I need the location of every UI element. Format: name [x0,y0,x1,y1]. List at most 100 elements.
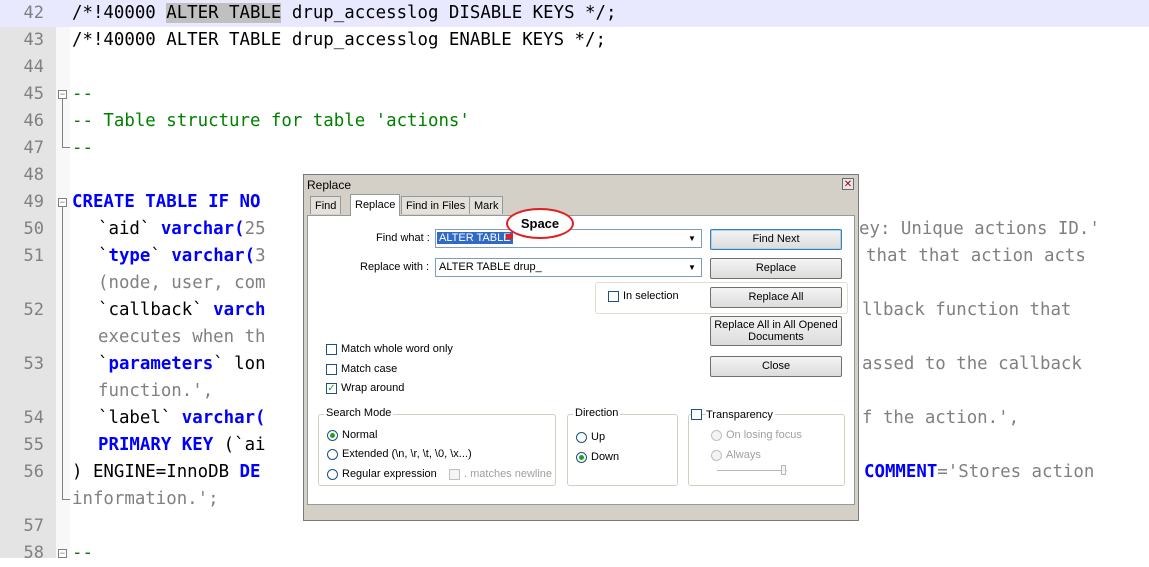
match-whole-word-checkbox[interactable] [326,344,337,355]
space-marker [506,234,513,239]
search-mode-regex-radio[interactable] [327,469,338,480]
replace-dialog: Replace ✕ Find Replace Find in Files Mar… [303,174,859,521]
transparency-always-radio[interactable] [711,450,722,461]
line-text: `type` varchar(3 [98,246,266,266]
search-mode-title: Search Mode [324,407,394,419]
line-text-right: assed to the callback [862,354,1082,374]
direction-down-label: Down [591,451,620,463]
replace-panel: Find what : ALTER TABLE ▼ Replace with :… [307,215,855,505]
search-mode-extended-label: Extended (\n, \r, \t, \0, \x...) [342,448,472,460]
fold-toggle-icon[interactable]: − [58,198,67,208]
line-text: function.', [98,381,214,401]
line-number: 55 [23,435,44,455]
direction-up-radio[interactable] [576,432,587,443]
transparency-losing-focus-label: On losing focus [726,429,802,441]
editor-line[interactable]: 43 /*!40000 ALTER TABLE drup_accesslog E… [0,27,1149,54]
line-number: 52 [23,300,44,320]
tab-replace[interactable]: Replace [350,194,401,216]
line-text-right: COMMENT='Stores action [864,462,1095,482]
line-text: -- [72,138,93,158]
match-case-checkbox[interactable] [326,364,337,375]
line-number: 50 [23,219,44,239]
in-selection-label: In selection [623,290,679,302]
close-icon[interactable]: ✕ [842,178,854,190]
replace-all-button[interactable]: Replace All [710,287,842,308]
editor-line[interactable]: 45 -- [0,81,1149,108]
chevron-down-icon[interactable]: ▼ [685,259,699,276]
direction-group: Direction [567,407,678,486]
line-number: 51 [23,246,44,266]
line-number: 54 [23,408,44,428]
transparency-slider-track[interactable] [717,470,787,471]
replace-with-value: ALTER TABLE drup_ [439,261,542,273]
tab-find-in-files[interactable]: Find in Files [401,196,471,214]
editor-line[interactable]: 44 [0,54,1149,81]
direction-down-radio[interactable] [576,452,587,463]
tab-find[interactable]: Find [310,196,342,214]
replace-button[interactable]: Replace [710,258,842,279]
line-text: `callback` varch [98,300,266,320]
line-text: /*!40000 ALTER TABLE drup_accesslog DISA… [72,3,617,23]
transparency-label: Transparency [706,409,775,421]
line-number: 48 [23,165,44,185]
fold-toggle-icon[interactable]: − [58,549,67,559]
line-number: 53 [23,354,44,374]
line-text: ) ENGINE=InnoDB DE [72,462,261,482]
find-next-button[interactable]: Find Next [710,229,842,250]
line-text-right: llback function that [862,300,1072,320]
in-selection-checkbox[interactable] [608,291,619,302]
find-what-value: ALTER TABLE [437,232,513,244]
line-text: information.'; [72,489,219,509]
matches-newline-checkbox[interactable] [449,469,460,480]
search-match: ALTER TABLE [166,3,282,23]
line-text: `parameters` lon [98,354,266,374]
line-text: executes when th [98,327,266,347]
editor-line[interactable]: 58 -- [0,540,1149,567]
editor-line[interactable]: 46 -- Table structure for table 'actions… [0,108,1149,135]
transparency-checkbox[interactable] [691,409,702,420]
line-number: 49 [23,192,44,212]
matches-newline-label: . matches newline [464,468,553,480]
transparency-group [688,414,845,486]
find-what-label: Find what : [376,232,430,244]
wrap-around-label: Wrap around [341,382,405,394]
line-text: -- [72,543,93,563]
line-number: 45 [23,84,44,104]
transparency-always-label: Always [726,449,761,461]
replace-with-input[interactable]: ALTER TABLE drup_ ▼ [435,258,702,277]
line-number: 42 [23,3,44,23]
line-text-right: f the action.', [862,408,1020,428]
line-text: PRIMARY KEY (`ai [98,435,266,455]
line-text: -- [72,84,93,104]
tab-mark[interactable]: Mark [469,196,504,214]
fold-toggle-icon[interactable]: − [58,90,67,100]
editor-line[interactable]: 42 /*!40000 ALTER TABLE drup_accesslog D… [0,0,1149,27]
line-number: 46 [23,111,44,131]
line-number: 47 [23,138,44,158]
line-text-right: that that action acts [866,246,1086,266]
dialog-title: Replace [307,178,352,192]
direction-up-label: Up [591,431,606,443]
transparency-slider-thumb[interactable] [781,465,786,475]
transparency-losing-focus-radio[interactable] [711,430,722,441]
search-mode-normal-label: Normal [342,429,378,441]
line-text: -- Table structure for table 'actions' [72,111,470,131]
search-mode-extended-radio[interactable] [327,449,338,460]
replace-all-open-docs-button[interactable]: Replace All in All Opened Documents [710,316,842,346]
replace-with-label: Replace with : [360,261,430,273]
line-text: `label` varchar( [98,408,266,428]
chevron-down-icon[interactable]: ▼ [685,230,699,247]
match-case-label: Match case [341,363,398,375]
search-mode-normal-radio[interactable] [327,430,338,441]
line-text: (node, user, com [98,273,266,293]
line-number: 57 [23,516,44,536]
line-number: 44 [23,57,44,77]
editor-line[interactable]: 47 -- [0,135,1149,162]
line-number: 56 [23,462,44,482]
line-text: `aid` varchar(25 [98,219,266,239]
search-mode-regex-label: Regular expression [342,468,437,480]
close-button[interactable]: Close [710,356,842,377]
wrap-around-checkbox[interactable]: ✓ [326,383,337,394]
line-text: CREATE TABLE IF NO [72,192,261,212]
direction-title: Direction [573,407,621,419]
